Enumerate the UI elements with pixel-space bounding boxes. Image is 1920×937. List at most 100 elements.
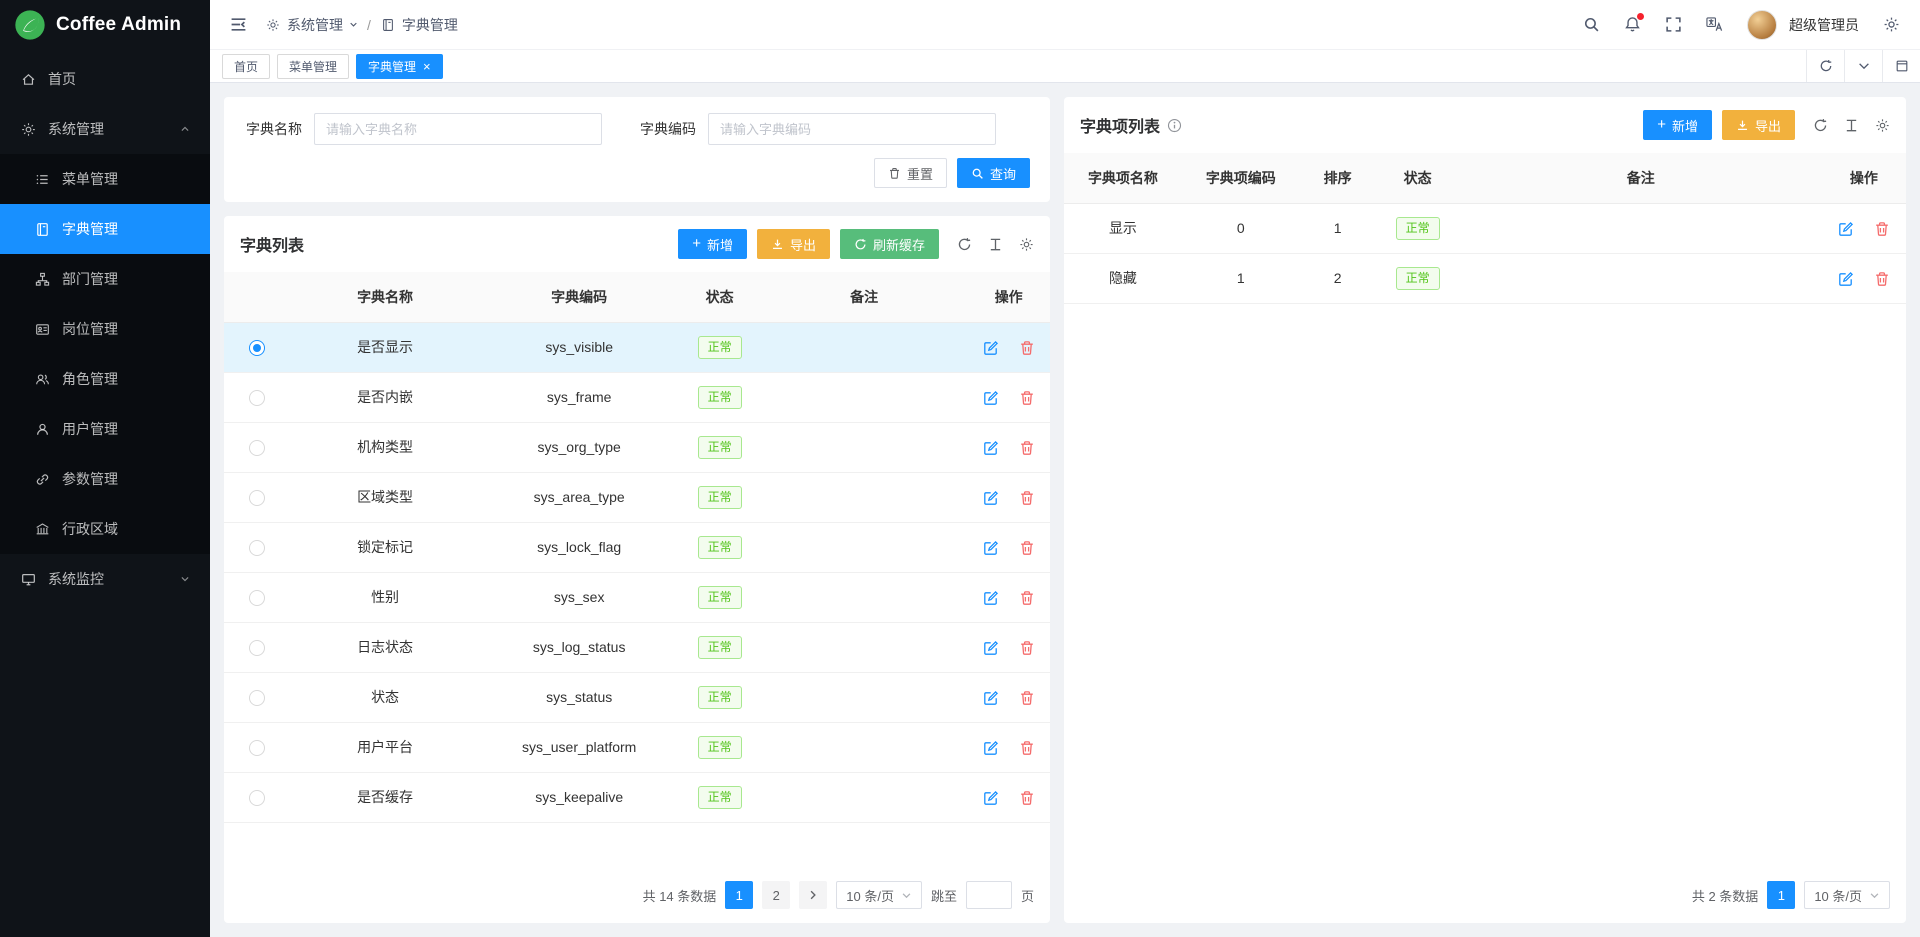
delete-icon[interactable] (1019, 690, 1035, 706)
column-settings-icon[interactable] (1875, 118, 1890, 133)
delete-icon[interactable] (1019, 440, 1035, 456)
row-radio[interactable] (249, 390, 265, 406)
edit-icon[interactable] (983, 390, 999, 406)
edit-icon[interactable] (983, 340, 999, 356)
dict-code-input[interactable] (708, 113, 996, 145)
delete-icon[interactable] (1019, 490, 1035, 506)
breadcrumb-system-management[interactable]: 系统管理 (265, 15, 358, 35)
page-button-1[interactable]: 1 (1767, 881, 1795, 909)
row-radio[interactable] (249, 790, 265, 806)
monitor-icon (20, 572, 36, 587)
sidebar-item-menu-management[interactable]: 菜单管理 (0, 154, 210, 204)
sidebar-item-user-management[interactable]: 用户管理 (0, 404, 210, 454)
page-button-2[interactable]: 2 (762, 881, 790, 909)
avatar[interactable] (1747, 10, 1777, 40)
table-row[interactable]: 是否缓存 sys_keepalive 正常 (224, 772, 1050, 822)
edit-icon[interactable] (1838, 221, 1854, 237)
row-radio[interactable] (249, 440, 265, 456)
org-tree-icon (34, 272, 50, 287)
close-icon[interactable]: × (423, 60, 431, 73)
table-row[interactable]: 是否显示 sys_visible 正常 (224, 322, 1050, 372)
delete-icon[interactable] (1019, 790, 1035, 806)
translate-icon[interactable] (1706, 16, 1723, 33)
row-radio[interactable] (249, 540, 265, 556)
row-radio[interactable] (249, 490, 265, 506)
sidebar-item-param-management[interactable]: 参数管理 (0, 454, 210, 504)
tab-home[interactable]: 首页 (222, 54, 270, 79)
username[interactable]: 超级管理员 (1789, 15, 1859, 35)
edit-icon[interactable] (983, 440, 999, 456)
delete-icon[interactable] (1019, 740, 1035, 756)
table-row[interactable]: 用户平台 sys_user_platform 正常 (224, 722, 1050, 772)
tab-dict-management[interactable]: 字典管理 × (356, 54, 443, 79)
table-row[interactable]: 显示 0 1 正常 (1064, 203, 1906, 253)
export-dict-button[interactable]: 导出 (757, 229, 830, 259)
refresh-icon[interactable] (1806, 50, 1844, 82)
delete-icon[interactable] (1019, 540, 1035, 556)
dict-name-input[interactable] (314, 113, 602, 145)
edit-icon[interactable] (983, 640, 999, 656)
table-row[interactable]: 隐藏 1 2 正常 (1064, 253, 1906, 303)
sidebar-item-dept-management[interactable]: 部门管理 (0, 254, 210, 304)
tab-menu-management[interactable]: 菜单管理 (277, 54, 349, 79)
chevron-down-icon[interactable] (1844, 50, 1882, 82)
delete-icon[interactable] (1019, 340, 1035, 356)
table-row[interactable]: 机构类型 sys_org_type 正常 (224, 422, 1050, 472)
menu-fold-icon[interactable] (230, 16, 247, 33)
table-row[interactable]: 日志状态 sys_log_status 正常 (224, 622, 1050, 672)
table-row[interactable]: 是否内嵌 sys_frame 正常 (224, 372, 1050, 422)
row-radio[interactable] (249, 340, 265, 356)
edit-icon[interactable] (983, 540, 999, 556)
reload-icon[interactable] (957, 237, 972, 252)
row-radio[interactable] (249, 590, 265, 606)
page-button-1[interactable]: 1 (725, 881, 753, 909)
page-size-select[interactable]: 10 条/页 (836, 881, 922, 909)
delete-icon[interactable] (1874, 271, 1890, 287)
fullscreen-icon[interactable] (1665, 16, 1682, 33)
delete-icon[interactable] (1019, 640, 1035, 656)
edit-icon[interactable] (1838, 271, 1854, 287)
cell-remark (1460, 203, 1822, 253)
edit-icon[interactable] (983, 690, 999, 706)
notification-bell-icon[interactable] (1624, 16, 1641, 33)
page-size-select[interactable]: 10 条/页 (1804, 881, 1890, 909)
column-settings-icon[interactable] (1019, 237, 1034, 252)
table-row[interactable]: 状态 sys_status 正常 (224, 672, 1050, 722)
edit-icon[interactable] (983, 490, 999, 506)
row-radio[interactable] (249, 740, 265, 756)
table-row[interactable]: 锁定标记 sys_lock_flag 正常 (224, 522, 1050, 572)
next-page-icon[interactable] (799, 881, 827, 909)
table-row[interactable]: 区域类型 sys_area_type 正常 (224, 472, 1050, 522)
reload-icon[interactable] (1813, 118, 1828, 133)
delete-icon[interactable] (1874, 221, 1890, 237)
row-radio[interactable] (249, 690, 265, 706)
maximize-icon[interactable] (1882, 50, 1920, 82)
sidebar-item-home[interactable]: 首页 (0, 54, 210, 104)
info-icon[interactable] (1166, 118, 1182, 133)
density-icon[interactable] (988, 237, 1003, 252)
settings-gear-icon[interactable] (1883, 16, 1900, 33)
delete-icon[interactable] (1019, 590, 1035, 606)
app-logo[interactable]: Coffee Admin (0, 0, 210, 50)
row-radio[interactable] (249, 640, 265, 656)
sidebar-item-role-management[interactable]: 角色管理 (0, 354, 210, 404)
search-icon[interactable] (1583, 16, 1600, 33)
sidebar-item-system-management[interactable]: 系统管理 (0, 104, 210, 154)
refresh-cache-button[interactable]: 刷新缓存 (840, 229, 939, 259)
add-dict-button[interactable]: + 新增 (678, 229, 747, 259)
table-row[interactable]: 性别 sys_sex 正常 (224, 572, 1050, 622)
reset-button[interactable]: 重置 (874, 158, 947, 188)
jump-page-input[interactable] (966, 881, 1012, 909)
density-icon[interactable] (1844, 118, 1859, 133)
delete-icon[interactable] (1019, 390, 1035, 406)
sidebar-item-system-monitor[interactable]: 系统监控 (0, 554, 210, 604)
sidebar-item-admin-region[interactable]: 行政区域 (0, 504, 210, 554)
edit-icon[interactable] (983, 590, 999, 606)
query-button[interactable]: 查询 (957, 158, 1030, 188)
edit-icon[interactable] (983, 740, 999, 756)
edit-icon[interactable] (983, 790, 999, 806)
export-dict-item-button[interactable]: 导出 (1722, 110, 1795, 140)
sidebar-item-post-management[interactable]: 岗位管理 (0, 304, 210, 354)
add-dict-item-button[interactable]: + 新增 (1643, 110, 1712, 140)
sidebar-item-dict-management[interactable]: 字典管理 (0, 204, 210, 254)
